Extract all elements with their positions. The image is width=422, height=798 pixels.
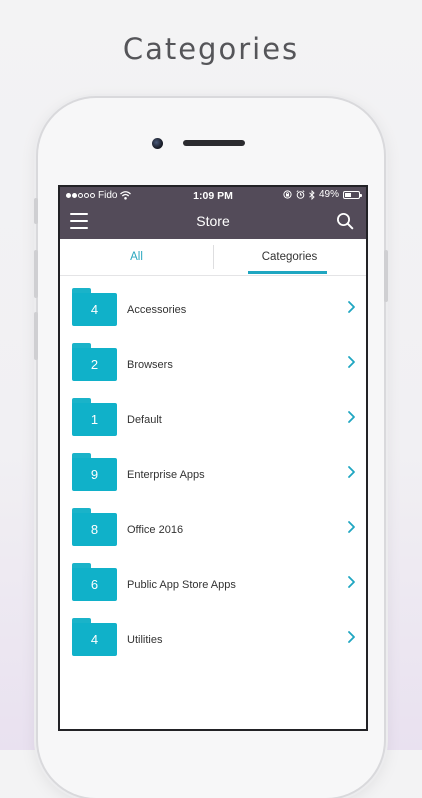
rotation-lock-icon <box>283 190 292 199</box>
category-list: 4 Accessories 2 Browsers 1 Default 9 Enterprise… <box>60 276 366 661</box>
category-name: Default <box>127 414 162 426</box>
earpiece-speaker <box>183 140 245 146</box>
active-tab-indicator <box>248 271 327 274</box>
search-icon <box>337 213 354 230</box>
chevron-right-icon <box>348 301 355 313</box>
chevron-right-icon <box>348 576 355 588</box>
folder-icon: 9 <box>72 453 117 491</box>
promo-headline: Categories <box>122 32 300 66</box>
tab-bar: All Categories <box>60 239 366 276</box>
category-count: 4 <box>90 302 99 317</box>
chevron-right-icon <box>348 521 355 533</box>
category-count: 6 <box>90 577 99 592</box>
chevron-right-icon <box>348 411 355 423</box>
front-camera <box>152 138 163 149</box>
nav-bar: Store <box>60 205 366 239</box>
category-row[interactable]: 6 Public App Store Apps <box>60 551 366 606</box>
chevron-right-icon <box>348 466 355 478</box>
tab-all[interactable]: All <box>60 239 213 275</box>
status-right: 49% <box>283 189 362 200</box>
phone-frame: Fido 1:09 PM 49% Store All Categories 4 … <box>34 98 388 798</box>
category-row[interactable]: 8 Office 2016 <box>60 496 366 551</box>
page-title: Store <box>196 213 230 229</box>
category-name: Public App Store Apps <box>127 579 236 591</box>
search-button[interactable] <box>336 212 354 230</box>
volume-up-button <box>34 250 38 298</box>
folder-icon: 4 <box>72 618 117 656</box>
category-row[interactable]: 4 Accessories <box>60 276 366 331</box>
category-name: Utilities <box>127 634 163 646</box>
chevron-right-icon <box>348 356 355 368</box>
category-row[interactable]: 1 Default <box>60 386 366 441</box>
category-count: 1 <box>90 412 99 427</box>
folder-icon: 4 <box>72 288 117 326</box>
mute-switch <box>34 198 38 224</box>
chevron-right-icon <box>348 631 355 643</box>
category-count: 4 <box>90 632 99 647</box>
folder-icon: 1 <box>72 398 117 436</box>
folder-icon: 8 <box>72 508 117 546</box>
category-name: Office 2016 <box>127 524 184 536</box>
category-name: Accessories <box>127 304 187 316</box>
status-bar: Fido 1:09 PM 49% <box>60 187 366 205</box>
folder-icon: 6 <box>72 563 117 601</box>
category-name: Browsers <box>127 359 173 371</box>
power-button <box>384 250 388 302</box>
battery-percent: 49% <box>318 189 339 200</box>
alarm-icon <box>296 190 305 199</box>
bluetooth-icon <box>309 189 315 200</box>
category-row[interactable]: 9 Enterprise Apps <box>60 441 366 496</box>
category-count: 8 <box>90 522 99 537</box>
app-screen: Fido 1:09 PM 49% Store All Categories 4 … <box>58 185 368 731</box>
folder-icon: 2 <box>72 343 117 381</box>
category-row[interactable]: 4 Utilities <box>60 606 366 661</box>
category-count: 2 <box>90 357 99 372</box>
tab-categories[interactable]: Categories <box>213 239 366 275</box>
battery-icon <box>343 190 362 199</box>
volume-down-button <box>34 312 38 360</box>
category-count: 9 <box>90 467 99 482</box>
category-name: Enterprise Apps <box>127 469 205 481</box>
app-header: Fido 1:09 PM 49% Store <box>60 187 366 239</box>
category-row[interactable]: 2 Browsers <box>60 331 366 386</box>
